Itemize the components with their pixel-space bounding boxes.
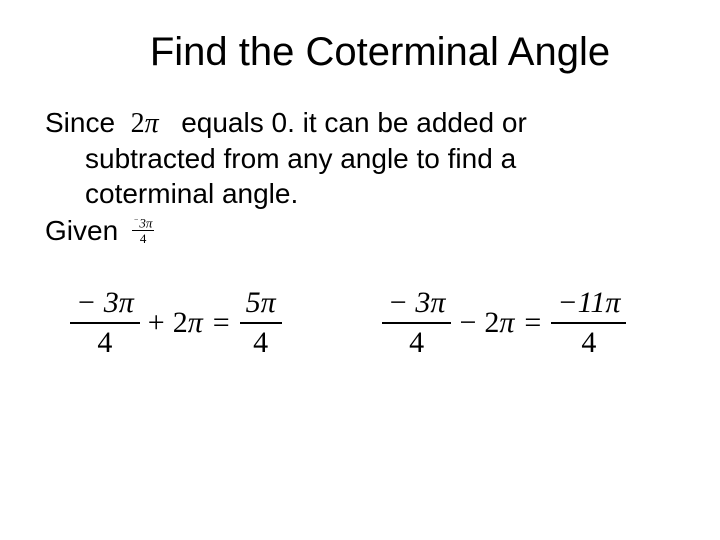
two: 2: [131, 108, 145, 139]
eq1-a-den: 4: [70, 324, 140, 358]
eq2-b-num: 2: [484, 306, 499, 339]
num-val: 3π: [139, 215, 152, 230]
slide: Find the Coterminal Angle Since 2π equal…: [0, 0, 720, 540]
eq2-a-den: 4: [382, 324, 452, 358]
eq2-a-num: − 3π: [382, 288, 452, 324]
equation-2: − 3π 4 − 2π = −11π 4: [382, 288, 627, 358]
neg-sign: −: [134, 215, 138, 224]
two-pi: 2π: [131, 108, 166, 139]
eq1-a-num: − 3π: [70, 288, 140, 324]
line-given: Given −3π 4: [45, 213, 675, 248]
eq1-b: 2π: [173, 306, 203, 340]
line-coterminal: coterminal angle.: [45, 176, 675, 211]
eq2-b-pi: π: [499, 306, 514, 339]
eq2-frac-a: − 3π 4: [382, 288, 452, 358]
eq2-r-num: −11π: [551, 288, 626, 324]
given-frac-den: 4: [132, 231, 154, 245]
body-text: Since 2π equals 0. it can be added or su…: [45, 105, 675, 248]
line-since: Since 2π equals 0. it can be added or: [45, 105, 675, 141]
eq2-r-den: 4: [551, 324, 626, 358]
eq1-b-num: 2: [173, 306, 188, 339]
given-label: Given: [45, 215, 118, 246]
eq1-equals: =: [213, 306, 230, 340]
given-frac-num: −3π: [132, 216, 154, 231]
eq1-frac-r: 5π 4: [240, 288, 282, 358]
eq2-frac-r: −11π 4: [551, 288, 626, 358]
eq2-op: −: [459, 306, 476, 340]
eq2-equals: =: [524, 306, 541, 340]
eq2-b: 2π: [484, 306, 514, 340]
eq1-r-num: 5π: [240, 288, 282, 324]
eq1-frac-a: − 3π 4: [70, 288, 140, 358]
given-fraction: −3π 4: [132, 216, 154, 245]
slide-title: Find the Coterminal Angle: [45, 30, 675, 75]
eq1-b-pi: π: [188, 306, 203, 339]
line-subtracted: subtracted from any angle to find a: [45, 141, 675, 176]
eq1-r-den: 4: [240, 324, 282, 358]
pi-symbol: π: [145, 108, 159, 139]
eq1-op: +: [148, 306, 165, 340]
equation-1: − 3π 4 + 2π = 5π 4: [70, 288, 282, 358]
equals-phrase: equals 0. it can be added or: [181, 107, 527, 138]
since-label: Since: [45, 107, 115, 138]
equation-row: − 3π 4 + 2π = 5π 4 − 3π 4 − 2π = −11π 4: [45, 288, 675, 358]
